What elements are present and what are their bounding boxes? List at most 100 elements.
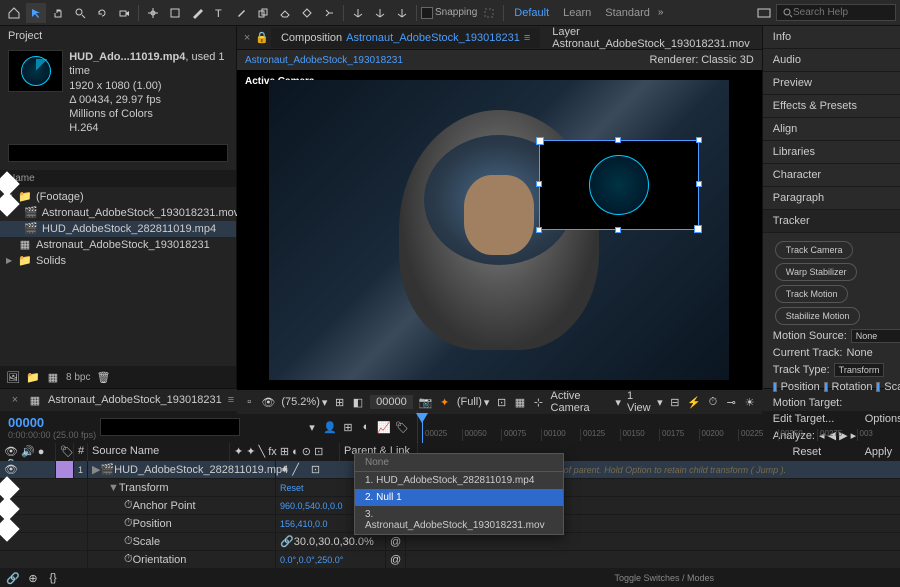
timeline-ruler[interactable]: 0002500050000750010000125001500017500200… [418, 411, 900, 443]
comp-flow-icon[interactable]: ⊸ [725, 396, 737, 408]
search-input[interactable] [793, 7, 873, 18]
breadcrumb[interactable]: Astronaut_AdobeStock_193018231 [245, 55, 403, 66]
renderer-dropdown[interactable]: Classic 3D [701, 54, 754, 66]
frame-blend-icon[interactable]: ⊞ [341, 421, 355, 433]
composition-viewer[interactable]: Active Camera [237, 70, 762, 390]
roto-tool[interactable] [297, 3, 317, 23]
search-help[interactable] [776, 4, 896, 21]
shape-tool[interactable] [165, 3, 185, 23]
panel-character[interactable]: Character [763, 164, 900, 187]
timeline-icon[interactable]: ⏱ [707, 396, 719, 408]
workspace-more[interactable]: » [658, 7, 664, 18]
timeline-search[interactable] [100, 418, 240, 436]
share-icon[interactable] [754, 3, 774, 23]
snapping-checkbox[interactable] [421, 7, 433, 19]
camera-tool[interactable] [114, 3, 134, 23]
project-search[interactable] [8, 144, 228, 162]
resolution-icon[interactable]: ⊞ [333, 396, 345, 408]
motion-source-dropdown[interactable]: None [851, 329, 900, 343]
selection-tool[interactable] [26, 3, 46, 23]
toggle-switches[interactable]: Toggle Switches / Modes [614, 573, 714, 583]
panel-preview[interactable]: Preview [763, 72, 900, 95]
tree-item[interactable]: 🎬Astronaut_AdobeStock_193018231.mov [0, 205, 236, 221]
interpret-icon[interactable]: 🖼 [6, 371, 20, 383]
fast-prev-icon[interactable]: ⚡ [687, 396, 701, 408]
tab-layer[interactable]: Layer Astronaut_AdobeStock_193018231.mov [542, 22, 762, 54]
half-icon[interactable]: ◧ [352, 396, 364, 408]
tab-composition[interactable]: CompositionAstronaut_AdobeStock_19301823… [271, 28, 540, 48]
warp-stabilizer-button[interactable]: Warp Stabilizer [775, 263, 858, 281]
stopwatch-icon[interactable]: ⏱ [124, 553, 133, 566]
shy-icon[interactable]: 👤 [323, 421, 337, 433]
timecode-display[interactable]: 00000 [370, 395, 413, 409]
anchor-tool[interactable] [143, 3, 163, 23]
panel-info[interactable]: Info [763, 26, 900, 49]
axis-view-icon[interactable] [392, 3, 412, 23]
dropdown-item[interactable]: 1. HUD_AdobeStock_282811019.mp4 [355, 472, 563, 489]
name-column[interactable]: Name [0, 170, 236, 187]
scale-checkbox[interactable] [876, 382, 880, 392]
home-icon[interactable] [4, 3, 24, 23]
channels-icon[interactable]: ✦ [438, 396, 450, 408]
workspace-default[interactable]: Default [514, 7, 549, 19]
comp-new-icon[interactable]: ▦ [46, 371, 60, 383]
tab-close-icon[interactable]: × [8, 394, 22, 406]
timeline-tab[interactable]: Astronaut_AdobeStock_193018231 [48, 394, 222, 406]
timecode[interactable]: 00000 [8, 415, 96, 430]
pickwhip-icon[interactable]: @ [390, 554, 401, 566]
res-dropdown[interactable]: (Full)▾ [457, 396, 490, 409]
panel-libraries[interactable]: Libraries [763, 141, 900, 164]
mag-icon[interactable]: 👁 [261, 396, 275, 408]
brush-tool[interactable] [231, 3, 251, 23]
source-name-col[interactable]: Source Name [88, 443, 230, 461]
alpha-icon[interactable]: ▫ [243, 396, 255, 408]
expand-icon[interactable]: ⊕ [26, 572, 40, 584]
tag-icon[interactable]: 🏷 [395, 421, 409, 433]
lock-icon[interactable]: 🔒 [255, 32, 269, 44]
text-tool[interactable]: T [209, 3, 229, 23]
hud-overlay[interactable] [539, 140, 699, 230]
comp-mini-icon[interactable]: ▾ [305, 421, 319, 433]
link-icon[interactable]: 🔗 [280, 535, 294, 548]
tree-item[interactable]: 🎬HUD_AdobeStock_282811019.mp4 [0, 221, 236, 237]
track-camera-button[interactable]: Track Camera [775, 241, 854, 259]
stopwatch-icon[interactable]: ⏱ [124, 535, 133, 548]
rotation-checkbox[interactable] [824, 382, 828, 392]
snap-opts-icon[interactable] [479, 3, 499, 23]
tree-folder-solids[interactable]: ▶📁Solids [0, 253, 236, 269]
exposure-icon[interactable]: ☀ [743, 396, 755, 408]
workspace-learn[interactable]: Learn [563, 7, 591, 19]
layer-row[interactable]: ⏱ Orientation 0.0°,0.0°,250.0° @ [0, 551, 900, 569]
frame-icon[interactable]: {} [46, 572, 60, 584]
position-checkbox[interactable] [773, 382, 777, 392]
snapshot-icon[interactable]: 📷 [419, 396, 433, 408]
folder-new-icon[interactable]: 📁 [26, 371, 40, 383]
panel-tracker[interactable]: Tracker≡ [763, 210, 900, 233]
layer-row[interactable]: ⏱ Scale 🔗 30.0,30.0,30.0% @ [0, 533, 900, 551]
panel-paragraph[interactable]: Paragraph [763, 187, 900, 210]
panel-audio[interactable]: Audio [763, 49, 900, 72]
grid-icon[interactable]: ▦ [514, 396, 526, 408]
zoom-dropdown[interactable]: (75.2%)▾ [281, 396, 327, 409]
bpc-label[interactable]: 8 bpc [66, 372, 90, 383]
roi-icon[interactable]: ⊡ [495, 396, 507, 408]
guides-icon[interactable]: ⊹ [532, 396, 544, 408]
tree-comp[interactable]: ▦Astronaut_AdobeStock_193018231 [0, 237, 236, 253]
pen-tool[interactable] [187, 3, 207, 23]
visibility-icon[interactable]: 👁 [4, 463, 18, 476]
zoom-tool[interactable] [70, 3, 90, 23]
playhead[interactable] [422, 413, 423, 443]
stopwatch-icon[interactable]: ⏱ [124, 499, 133, 512]
dropdown-item[interactable]: None [355, 454, 563, 472]
clone-tool[interactable] [253, 3, 273, 23]
trash-icon[interactable]: 🗑 [96, 371, 110, 383]
link-icon[interactable]: 🔗 [6, 572, 20, 584]
track-motion-button[interactable]: Track Motion [775, 285, 849, 303]
pixel-ar-icon[interactable]: ⊟ [669, 396, 681, 408]
workspace-standard[interactable]: Standard [605, 7, 650, 19]
panel-effects[interactable]: Effects & Presets [763, 95, 900, 118]
rotate-tool[interactable] [92, 3, 112, 23]
eraser-tool[interactable] [275, 3, 295, 23]
hand-tool[interactable] [48, 3, 68, 23]
tab-close-icon[interactable]: × [241, 32, 253, 44]
